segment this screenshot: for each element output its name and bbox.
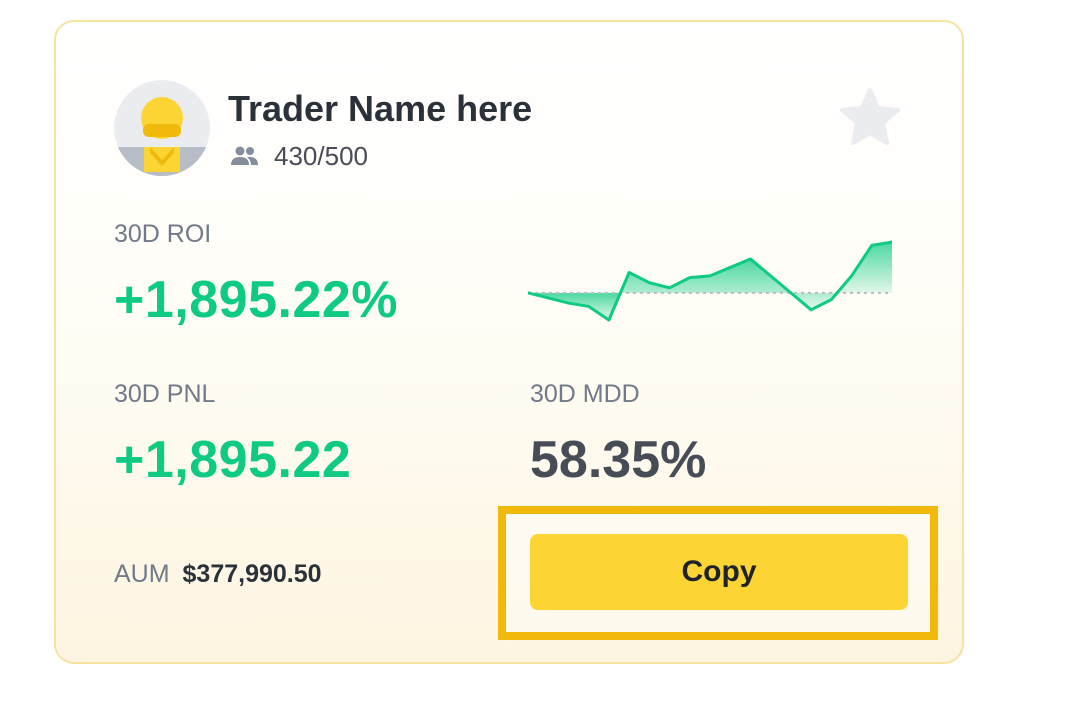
trader-card: Trader Name here 430/500 30D ROI +1,895.… [54, 20, 964, 664]
roi-label: 30D ROI [114, 220, 212, 248]
followers-count: 430/500 [230, 140, 368, 172]
aum-summary: AUM $377,990.50 [114, 560, 322, 589]
trader-name: Trader Name here [228, 88, 533, 129]
followers-value: 430/500 [274, 140, 368, 171]
aum-label: AUM [114, 560, 170, 588]
pnl-value: +1,895.22 [114, 431, 352, 489]
roi-sparkline-chart [528, 240, 892, 322]
people-icon [231, 146, 258, 165]
copy-button[interactable]: Copy [530, 534, 908, 610]
mdd-label: 30D MDD [530, 380, 640, 408]
user-avatar-icon[interactable] [114, 80, 210, 176]
aum-value: $377,990.50 [182, 560, 322, 588]
star-icon[interactable] [838, 86, 902, 150]
pnl-label: 30D PNL [114, 380, 216, 408]
roi-value: +1,895.22% [114, 271, 399, 329]
mdd-value: 58.35% [530, 431, 707, 489]
